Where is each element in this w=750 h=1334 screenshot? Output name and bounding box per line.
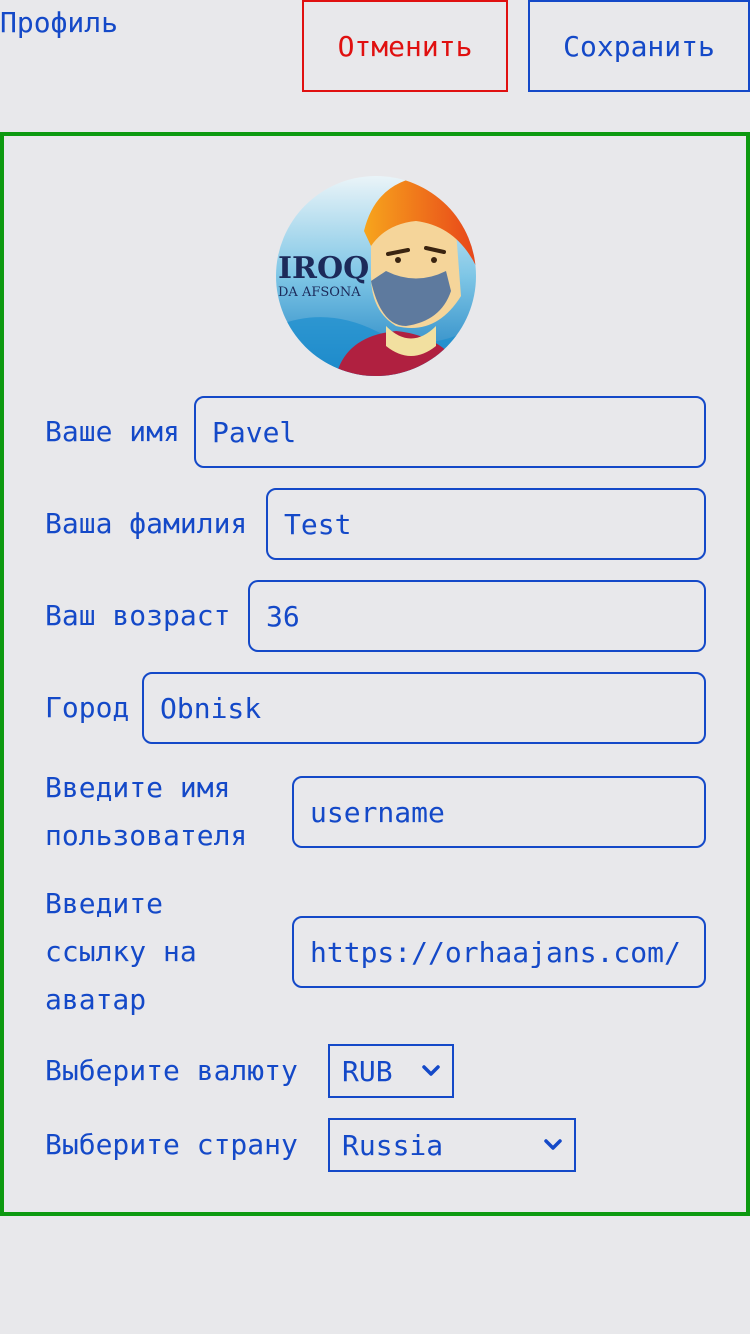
first-name-field[interactable] [194,396,706,468]
city-field[interactable] [142,672,706,744]
avatar: IROQ DA AFSONA [276,176,476,376]
avatar-logo-text: IROQ [278,251,369,286]
first-name-label: Ваше имя [45,415,180,448]
chevron-down-icon [422,1065,440,1076]
country-select[interactable]: Russia [328,1118,576,1172]
currency-label: Выберите валюту [45,1054,298,1087]
avatar-url-label-line1: Введите [45,887,164,920]
chevron-down-icon [544,1139,562,1150]
city-label: Город [45,691,130,724]
cancel-button[interactable]: Отменить [302,0,508,92]
username-label-line1: Введите имя [45,771,231,804]
username-field[interactable] [292,776,706,848]
avatar-logo-subtext: DA AFSONA [278,285,361,300]
avatar-url-field[interactable] [292,916,706,988]
currency-select[interactable]: RUB [328,1044,454,1098]
currency-select-value: RUB [342,1054,393,1088]
save-button[interactable]: Сохранить [528,0,750,92]
age-label: Ваш возраст [45,599,231,632]
avatar-image: IROQ DA AFSONA [276,176,476,376]
last-name-field[interactable] [266,488,706,560]
username-label-line2: пользователя [45,819,248,852]
country-label: Выберите страну [45,1128,298,1161]
avatar-url-label-line2: ссылку на [45,935,197,968]
page-title: Профиль [0,6,119,39]
country-select-value: Russia [342,1128,444,1162]
last-name-label: Ваша фамилия [45,507,248,540]
age-field[interactable] [248,580,706,652]
avatar-url-label-line3: аватар [45,983,147,1016]
